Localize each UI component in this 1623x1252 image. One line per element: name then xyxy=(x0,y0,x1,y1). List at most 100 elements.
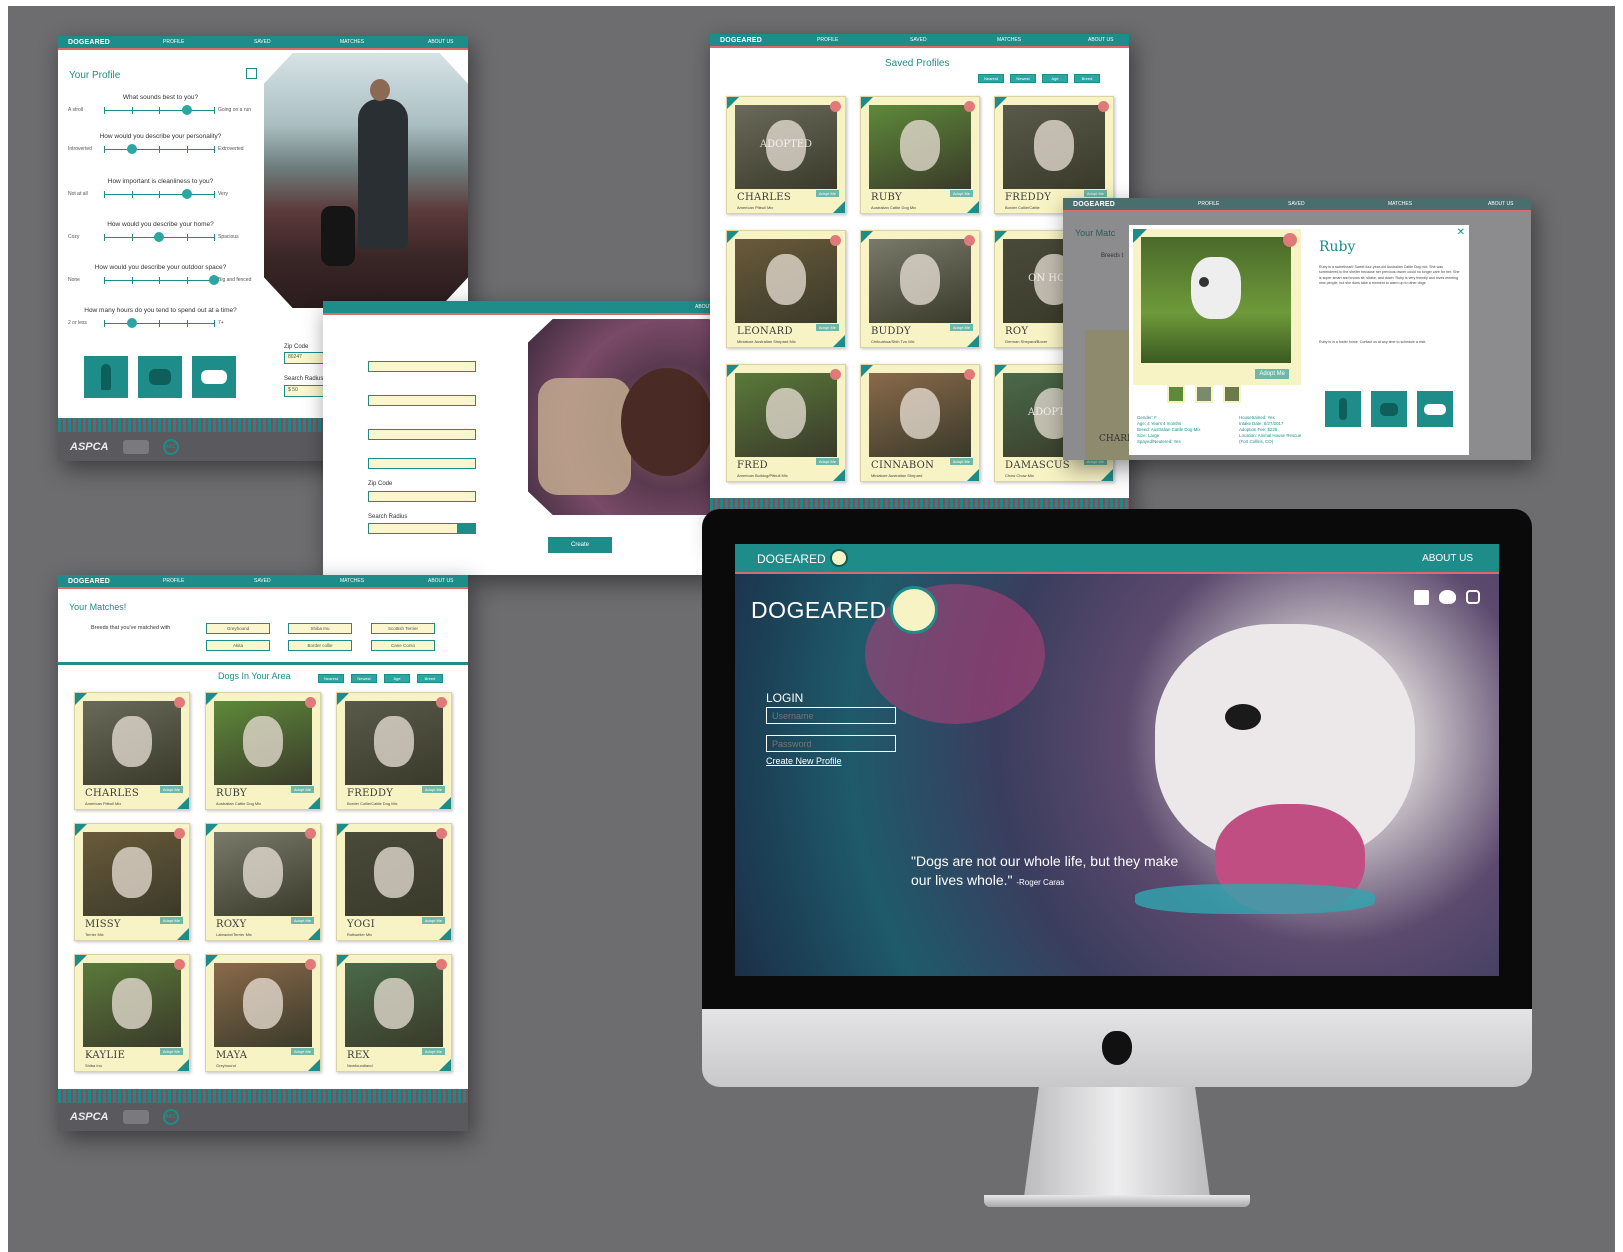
adopt-button[interactable]: Adopt Me xyxy=(159,786,183,793)
nav-saved[interactable]: SAVED xyxy=(254,578,271,584)
nav-matches[interactable]: MATCHES xyxy=(340,578,364,584)
dog-card[interactable]: Adopt Me YOGI Rottweiler Mix xyxy=(336,823,452,941)
dog-card[interactable]: Adopt Me MAYA Greyhound xyxy=(205,954,321,1072)
dog-card[interactable]: ADOPTED Adopt Me CHARLES American Pitbull M… xyxy=(726,96,846,214)
create-field-4[interactable] xyxy=(368,458,476,469)
password-input[interactable] xyxy=(766,735,896,752)
nav-saved[interactable]: SAVED xyxy=(1288,201,1305,207)
akc-logo[interactable]: AKC xyxy=(162,438,179,455)
adopt-button[interactable]: Adopt Me xyxy=(290,917,314,924)
breed-chip[interactable]: Border collie xyxy=(288,640,352,651)
dog-card[interactable]: Adopt Me REX Newfoundland xyxy=(336,954,452,1072)
heart-icon[interactable] xyxy=(174,828,185,839)
paw-handle-icon[interactable] xyxy=(126,144,137,154)
dog-card[interactable]: Adopt Me FRED American Bulldog/Pitbull Mix xyxy=(726,364,846,482)
dog-card[interactable]: Adopt Me ROXY Labrador/Terrier Mix xyxy=(205,823,321,941)
dog-card[interactable]: Adopt Me FREDDY Border Collie/Cattle xyxy=(994,96,1114,214)
heart-icon[interactable] xyxy=(1283,233,1297,247)
create-field-3[interactable] xyxy=(368,429,476,440)
dog-card[interactable]: Adopt Me BUDDY Chihuahua/Shih Tzu Mix xyxy=(860,230,980,348)
heart-icon[interactable] xyxy=(964,235,975,246)
adopt-button[interactable]: Adopt Me xyxy=(421,917,445,924)
slider-track[interactable] xyxy=(104,189,215,199)
person-filter-button[interactable] xyxy=(84,356,128,398)
slider-track[interactable] xyxy=(104,232,215,242)
heart-icon[interactable] xyxy=(305,959,316,970)
nav-about[interactable]: ABOUT US xyxy=(428,39,453,45)
filter-newest[interactable]: Newest xyxy=(351,674,377,683)
filter-age[interactable]: Age xyxy=(384,674,410,683)
nav-profile[interactable]: PROFILE xyxy=(163,578,184,584)
aspca-logo[interactable]: ASPCA xyxy=(70,1111,109,1123)
slider-track[interactable] xyxy=(104,144,215,154)
dog-filter-button[interactable] xyxy=(192,356,236,398)
slider-track[interactable] xyxy=(104,318,215,328)
dog-card[interactable]: Adopt Me KAYLIE Shiba Inu xyxy=(74,954,190,1072)
filter-newest[interactable]: Newest xyxy=(1010,74,1036,83)
adopt-button[interactable]: Adopt Me xyxy=(290,1048,314,1055)
heart-icon[interactable] xyxy=(174,959,185,970)
heart-icon[interactable] xyxy=(830,101,841,112)
adopt-button[interactable]: Adopt Me xyxy=(949,324,973,331)
dog-card[interactable]: Adopt Me MISSY Terrier Mix xyxy=(74,823,190,941)
thumbnail-1[interactable] xyxy=(1167,385,1185,403)
close-icon[interactable]: ✕ xyxy=(1457,227,1465,238)
adopt-button[interactable]: Adopt Me xyxy=(815,458,839,465)
filter-nearest[interactable]: Nearest xyxy=(978,74,1004,83)
breed-chip[interactable]: Greyhound xyxy=(206,623,270,634)
nav-profile[interactable]: PROFILE xyxy=(817,37,838,43)
heart-icon[interactable] xyxy=(436,828,447,839)
dog-card[interactable]: Adopt Me RUBY Australian Cattle Dog Mix xyxy=(205,692,321,810)
create-button[interactable]: Create xyxy=(548,537,612,553)
dog-card[interactable]: Adopt Me FREDDY Border Collie/Cattle Dog M… xyxy=(336,692,452,810)
heart-icon[interactable] xyxy=(436,697,447,708)
akc-logo[interactable]: AKC xyxy=(162,1109,179,1125)
create-field-2[interactable] xyxy=(368,395,476,406)
heart-icon[interactable] xyxy=(436,959,447,970)
adopt-button[interactable]: Adopt Me xyxy=(421,786,445,793)
nav-matches[interactable]: MATCHES xyxy=(1388,201,1412,207)
brand-small[interactable]: DOGEARED xyxy=(757,552,826,566)
breed-chip[interactable]: Scottish Terrier xyxy=(371,623,435,634)
nav-about[interactable]: ABOUT US xyxy=(1088,37,1113,43)
dog-filter-button[interactable] xyxy=(1417,391,1453,427)
nav-about[interactable]: ABOUT US xyxy=(428,578,453,584)
facebook-icon[interactable] xyxy=(1414,590,1429,605)
create-field-1[interactable] xyxy=(368,361,476,372)
heart-icon[interactable] xyxy=(964,369,975,380)
slider-track[interactable] xyxy=(104,105,215,115)
paw-handle-icon[interactable] xyxy=(181,189,192,199)
nav-matches[interactable]: MATCHES xyxy=(340,39,364,45)
adopt-button[interactable]: Adopt Me xyxy=(815,324,839,331)
person-filter-button[interactable] xyxy=(1325,391,1361,427)
breed-chip[interactable]: Shiba Inu xyxy=(288,623,352,634)
brand-logo[interactable]: DOGEARED xyxy=(68,578,110,585)
thumbnail-2[interactable] xyxy=(1195,385,1213,403)
nav-about[interactable]: ABOUT US xyxy=(1488,201,1513,207)
dog-card[interactable]: Adopt Me CHARLES American Pitbull Mix xyxy=(74,692,190,810)
twitter-icon[interactable] xyxy=(1439,590,1456,604)
heart-icon[interactable] xyxy=(174,697,185,708)
heart-icon[interactable] xyxy=(1098,101,1109,112)
cat-filter-button[interactable] xyxy=(1371,391,1407,427)
filter-age[interactable]: Age xyxy=(1042,74,1068,83)
thumbnail-3[interactable] xyxy=(1223,385,1241,403)
adopt-button[interactable]: Adopt Me xyxy=(949,458,973,465)
cat-filter-button[interactable] xyxy=(138,356,182,398)
adopt-button[interactable]: Adopt Me xyxy=(159,917,183,924)
heart-icon[interactable] xyxy=(830,235,841,246)
paw-handle-icon[interactable] xyxy=(209,275,219,285)
nav-saved[interactable]: SAVED xyxy=(910,37,927,43)
brand-logo[interactable]: DOGEARED xyxy=(720,37,762,44)
breed-chip[interactable]: Akita xyxy=(206,640,270,651)
adopt-button[interactable]: Adopt Me xyxy=(159,1048,183,1055)
adopt-button[interactable]: Adopt Me xyxy=(815,190,839,197)
heart-icon[interactable] xyxy=(830,369,841,380)
aspca-logo[interactable]: ASPCA xyxy=(70,441,109,453)
slider-track[interactable] xyxy=(104,275,219,285)
nav-matches[interactable]: MATCHES xyxy=(997,37,1021,43)
heart-icon[interactable] xyxy=(305,828,316,839)
create-profile-link[interactable]: Create New Profile xyxy=(766,756,842,766)
zip-input[interactable] xyxy=(368,491,476,502)
username-input[interactable] xyxy=(766,707,896,724)
